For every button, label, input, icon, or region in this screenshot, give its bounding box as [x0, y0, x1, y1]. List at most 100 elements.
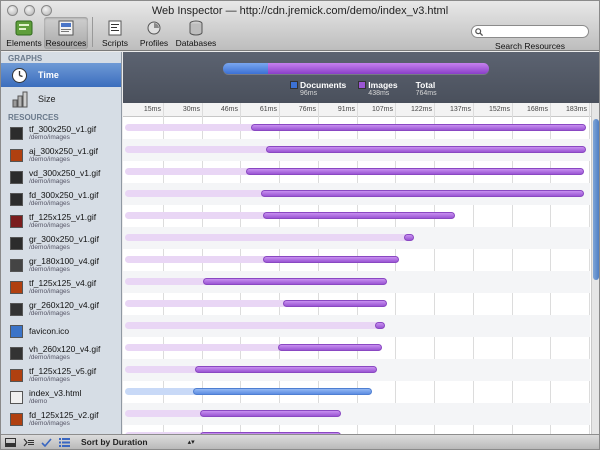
databases-button[interactable]: Databases	[174, 17, 218, 49]
image-thumbnail-icon	[10, 368, 23, 382]
search-input[interactable]	[486, 27, 584, 37]
resource-name: gr_260x120_v4.gif	[29, 300, 99, 310]
timeline-row[interactable]	[123, 205, 590, 227]
timeline-row[interactable]	[123, 403, 590, 425]
resource-tracking-button[interactable]	[37, 436, 55, 449]
databases-label: Databases	[175, 38, 217, 48]
databases-icon	[187, 20, 205, 36]
resource-item[interactable]: favicon.ico	[1, 320, 121, 342]
timeline-row[interactable]	[123, 425, 590, 434]
resource-path: /demo/images	[29, 354, 70, 361]
download-bar	[263, 256, 400, 263]
ruler-tick-label: 91ms	[337, 106, 355, 113]
timeline-row[interactable]	[123, 337, 590, 359]
dock-button[interactable]	[1, 436, 19, 449]
resource-item[interactable]: tf_300x250_v1.gif/demo/images	[1, 122, 121, 144]
timeline-row[interactable]	[123, 161, 590, 183]
download-bar	[260, 190, 584, 197]
resource-path: /demo/images	[29, 266, 70, 273]
ruler-tick-label: 76ms	[298, 106, 316, 113]
ruler-tick-label: 137ms	[449, 106, 471, 113]
resource-item[interactable]: tf_125x125_v1.gif/demo/images	[1, 210, 121, 232]
timeline-row[interactable]	[123, 359, 590, 381]
latency-bar	[125, 278, 207, 285]
resource-item[interactable]: fd_300x250_v1.gif/demo/images	[1, 188, 121, 210]
resource-list: tf_300x250_v1.gif/demo/images aj_300x250_…	[1, 122, 121, 434]
profiles-icon	[145, 20, 163, 36]
console-button[interactable]	[19, 436, 37, 449]
resource-item[interactable]: fd_125x125_v2.gif/demo/images	[1, 408, 121, 430]
graphs-heading: GRAPHS	[8, 54, 43, 63]
search-box	[471, 25, 589, 38]
resource-item[interactable]: vd_300x250_v1.gif/demo/images	[1, 166, 121, 188]
documents-swatch	[290, 81, 298, 89]
status-bar: Sort by Duration ▴▾	[1, 434, 599, 449]
resource-path: /demo/images	[29, 156, 70, 163]
summary-bar	[223, 63, 489, 74]
toolbar: Elements Resources Scripts Profiles Data…	[5, 17, 219, 49]
resource-name: fd_300x250_v1.gif	[29, 190, 99, 200]
graph-time[interactable]: Time	[1, 63, 121, 87]
resource-item[interactable]: vh_260x120_v4.gif/demo/images	[1, 342, 121, 364]
timeline-row[interactable]	[123, 139, 590, 161]
latency-bar	[125, 234, 409, 241]
large-rows-button[interactable]	[55, 436, 73, 449]
latency-bar	[125, 344, 282, 351]
timeline-rows	[123, 117, 599, 434]
scripts-button[interactable]: Scripts	[96, 17, 134, 49]
ruler-tick-label: 152ms	[488, 106, 510, 113]
image-thumbnail-icon	[10, 302, 23, 316]
resource-path: /demo/images	[29, 376, 70, 383]
timeline-row[interactable]	[123, 249, 590, 271]
resources-label: Resources	[45, 38, 87, 48]
timeline-row[interactable]	[123, 183, 590, 205]
resource-item[interactable]: tf_125x125_v5.gif/demo/images	[1, 364, 121, 386]
resource-path: /demo/images	[29, 178, 70, 185]
resource-path: /demo/images	[29, 222, 70, 229]
image-thumbnail-icon	[10, 258, 23, 272]
resource-item[interactable]: aj_300x250_v1.gif/demo/images	[1, 144, 121, 166]
latency-bar	[125, 410, 205, 417]
resource-item[interactable]: gr_180x100_v4.gif/demo/images	[1, 254, 121, 276]
timeline-row[interactable]	[123, 293, 590, 315]
graph-size[interactable]: Size	[1, 87, 121, 111]
images-segment	[268, 63, 489, 74]
scrollbar-thumb[interactable]	[593, 119, 599, 280]
dock-icon	[4, 437, 16, 447]
graph-time-label: Time	[38, 70, 59, 80]
resource-name: gr_180x100_v4.gif	[29, 256, 99, 266]
search-label: Search Resources	[495, 41, 565, 51]
console-icon	[23, 438, 34, 446]
resource-name: favicon.ico	[29, 325, 70, 336]
resources-button[interactable]: Resources	[44, 17, 88, 49]
search-area: Search Resources	[471, 25, 589, 51]
timeline-row[interactable]	[123, 227, 590, 249]
resource-item[interactable]: index_v3.html/demo	[1, 386, 121, 408]
timeline-row[interactable]	[123, 315, 590, 337]
sort-select[interactable]: Sort by Duration ▴▾	[81, 437, 195, 447]
ruler-tick-label: 61ms	[259, 106, 277, 113]
resource-name: fd_125x125_v2.gif	[29, 410, 99, 420]
ruler-tick-label: 168ms	[526, 106, 548, 113]
ruler-tick-label: 107ms	[371, 106, 393, 113]
image-thumbnail-icon	[10, 192, 23, 206]
download-bar	[282, 300, 388, 307]
profiles-button[interactable]: Profiles	[135, 17, 173, 49]
resource-name: tf_125x125_v1.gif	[29, 212, 97, 222]
elements-button[interactable]: Elements	[5, 17, 43, 49]
download-bar	[202, 278, 388, 285]
scripts-icon	[106, 20, 124, 36]
ruler-tick-label: 46ms	[220, 106, 238, 113]
resource-item[interactable]: gr_260x120_v4.gif/demo/images	[1, 298, 121, 320]
resource-name: tf_300x250_v1.gif	[29, 124, 97, 134]
chevron-updown-icon: ▴▾	[187, 439, 195, 446]
timeline-row[interactable]	[123, 117, 590, 139]
resource-item[interactable]: tf_125x125_v4.gif/demo/images	[1, 276, 121, 298]
timeline-row[interactable]	[123, 271, 590, 293]
favicon-icon	[10, 324, 23, 338]
timeline-row[interactable]	[123, 381, 590, 403]
summary-legend: Documents 96ms Images 438ms Total 764ms	[290, 80, 437, 98]
total-value: 764ms	[415, 90, 437, 97]
resource-item[interactable]: gr_300x250_v1.gif/demo/images	[1, 232, 121, 254]
vertical-scrollbar[interactable]	[591, 103, 599, 434]
